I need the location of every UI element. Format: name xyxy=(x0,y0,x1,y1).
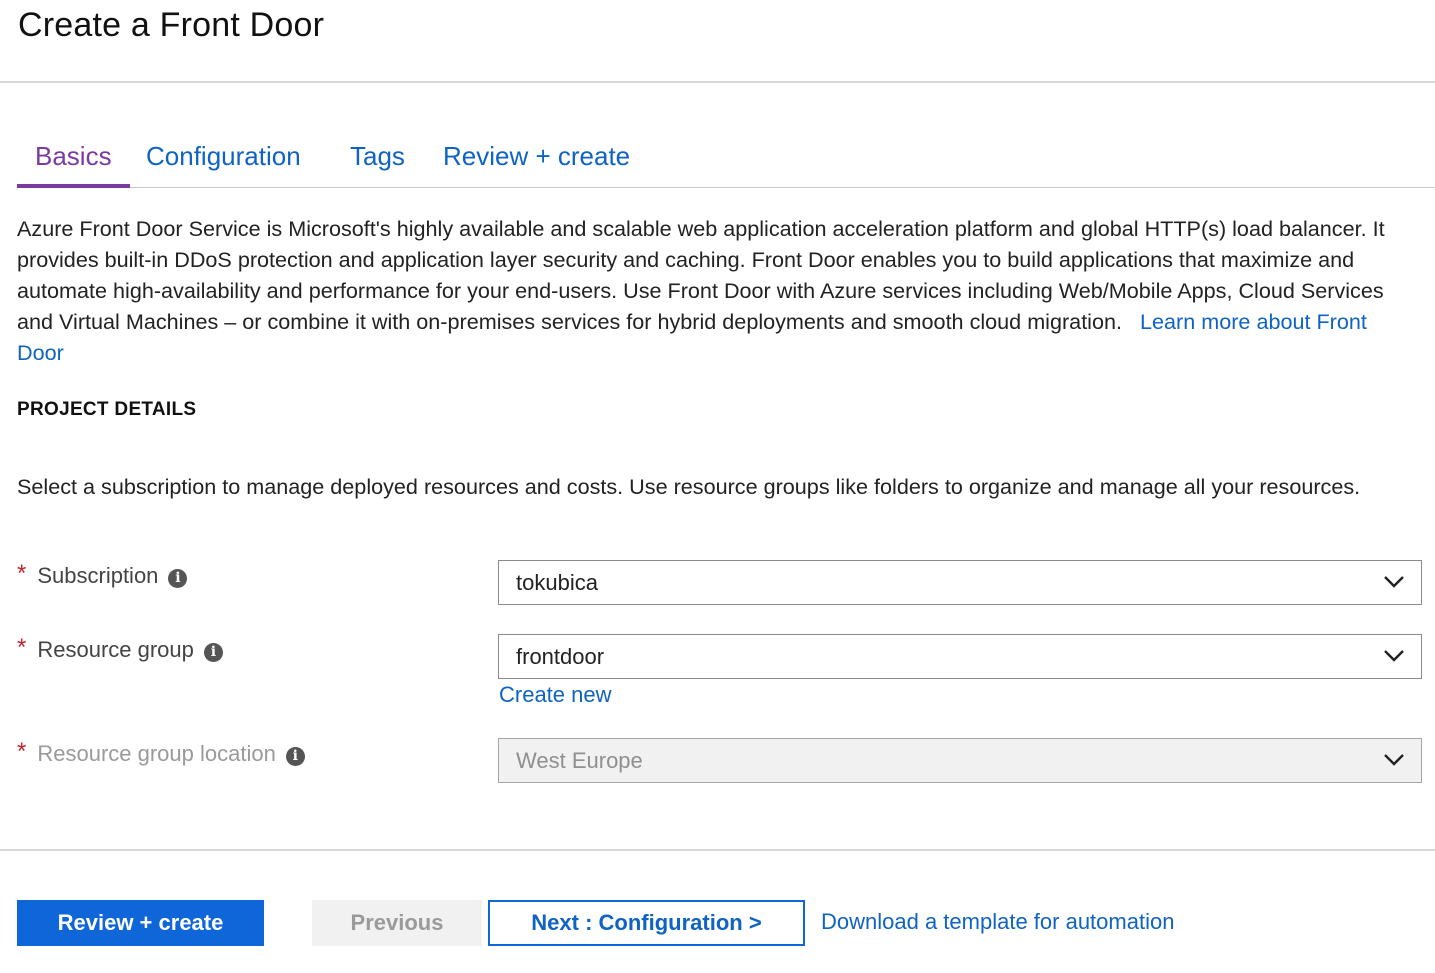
next-configuration-button[interactable]: Next : Configuration > xyxy=(488,900,805,946)
location-value: West Europe xyxy=(516,748,643,773)
info-icon[interactable]: i xyxy=(168,568,188,588)
resource-group-dropdown[interactable]: frontdoor xyxy=(498,634,1422,679)
location-label: * Resource group location i xyxy=(17,738,305,768)
subscription-value: tokubica xyxy=(516,570,598,595)
required-marker: * xyxy=(17,560,27,587)
location-label-text: Resource group location xyxy=(37,741,276,766)
chevron-down-icon xyxy=(1384,650,1404,662)
location-dropdown: West Europe xyxy=(498,738,1422,783)
project-details-description: Select a subscription to manage deployed… xyxy=(17,474,1361,499)
resource-group-label-text: Resource group xyxy=(37,637,194,662)
resource-group-value: frontdoor xyxy=(516,644,605,669)
tab-bar: Basics Configuration Tags Review + creat… xyxy=(17,135,1435,188)
info-icon[interactable]: i xyxy=(285,746,305,766)
footer-divider xyxy=(0,849,1435,851)
project-details-heading: PROJECT DETAILS xyxy=(17,399,197,420)
required-marker: * xyxy=(17,634,27,661)
tab-configuration[interactable]: Configuration xyxy=(146,141,301,186)
tab-tags[interactable]: Tags xyxy=(350,141,405,186)
subscription-label-text: Subscription xyxy=(37,563,159,588)
previous-button: Previous xyxy=(312,900,482,946)
page-title: Create a Front Door xyxy=(18,6,325,44)
subscription-dropdown[interactable]: tokubica xyxy=(498,560,1422,605)
required-marker: * xyxy=(17,738,27,765)
resource-group-label: * Resource group i xyxy=(17,634,223,664)
review-create-button[interactable]: Review + create xyxy=(17,900,264,946)
tab-review-create[interactable]: Review + create xyxy=(443,141,630,186)
intro-description: Azure Front Door Service is Microsoft's … xyxy=(17,213,1412,368)
create-new-resource-group-link[interactable]: Create new xyxy=(499,682,612,708)
tab-basics[interactable]: Basics xyxy=(17,141,130,188)
header-divider xyxy=(0,81,1435,83)
create-front-door-page: Create a Front Door Basics Configuration… xyxy=(0,0,1435,973)
download-template-link[interactable]: Download a template for automation xyxy=(821,909,1174,935)
info-icon[interactable]: i xyxy=(203,642,223,662)
subscription-label: * Subscription i xyxy=(17,560,188,590)
chevron-down-icon xyxy=(1384,576,1404,588)
chevron-down-icon xyxy=(1384,754,1404,766)
